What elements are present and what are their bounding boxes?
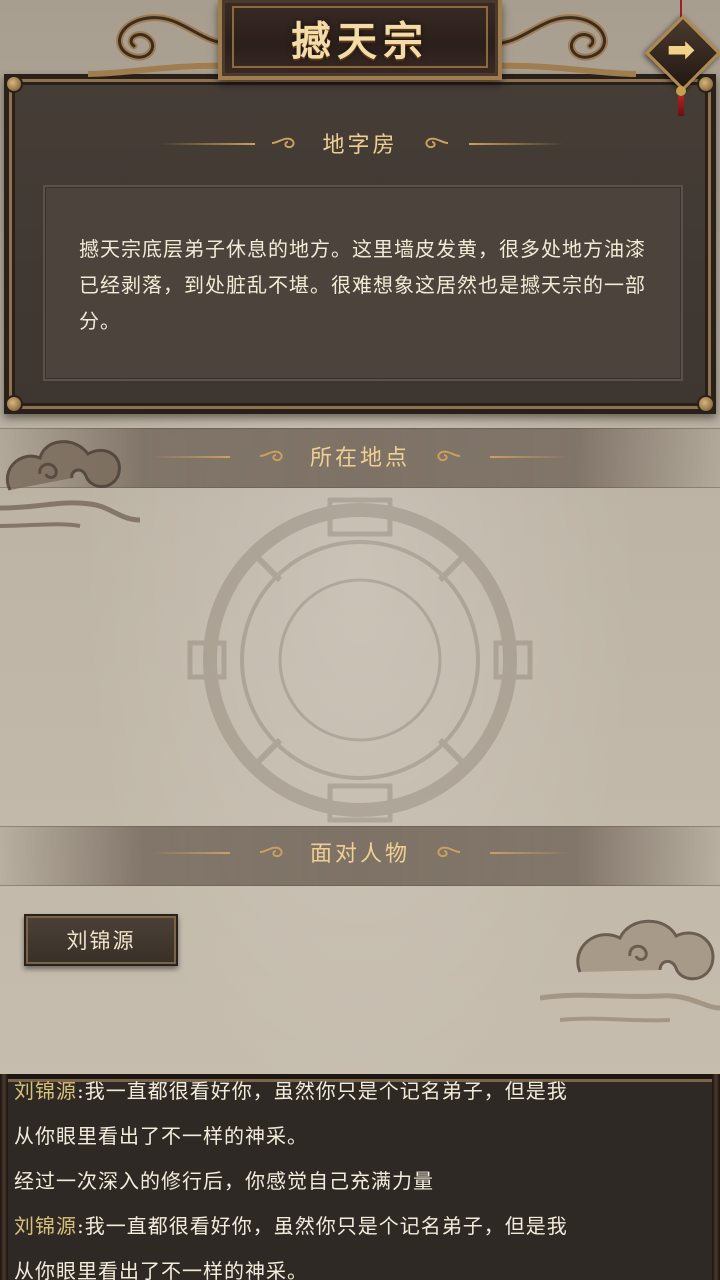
room-description-box: 撼天宗底层弟子休息的地方。这里墙皮发黄，很多处地方油漆已经剥落，到处脏乱不堪。很…	[43, 185, 683, 381]
corner-stud	[5, 75, 23, 93]
characters-heading-label: 面对人物	[309, 842, 410, 867]
cloud-ornament	[540, 919, 720, 1023]
bagua-emblem-watermark	[187, 497, 533, 823]
swirl-ornament-icon	[272, 137, 296, 149]
message-log-content: 刘锦源:我一直都很看好你，虽然你只是个记名弟子，但是我 从你眼里看出了不一样的神…	[14, 1079, 706, 1280]
log-line: 从你眼里看出了不一样的神采。	[14, 1114, 706, 1159]
log-speaker: 刘锦源	[14, 1214, 77, 1238]
title-plaque: 撼天宗	[218, 0, 502, 80]
right-arrow-icon: ➡	[666, 30, 696, 70]
characters-heading: 面对人物	[0, 822, 720, 882]
log-text: 从你眼里看出了不一样的神采。	[14, 1124, 308, 1148]
log-text: :我一直都很看好你，虽然你只是个记名弟子，但是我	[77, 1214, 568, 1238]
corner-stud	[5, 395, 23, 413]
page-title: 撼天宗	[291, 18, 429, 65]
log-line: 刘锦源:我一直都很看好你，虽然你只是个记名弟子，但是我	[14, 1204, 706, 1249]
title-scroll-ornament-right	[487, 14, 636, 77]
swirl-ornament-icon	[424, 137, 448, 149]
character-button[interactable]: 刘锦源	[24, 914, 178, 966]
tassel-ornament	[676, 86, 686, 116]
title-scroll-ornament-left	[88, 14, 237, 77]
corner-stud	[697, 395, 715, 413]
log-speaker: 刘锦源	[14, 1079, 77, 1103]
location-heading-label: 所在地点	[309, 446, 410, 471]
message-log[interactable]: 刘锦源:我一直都很看好你，虽然你只是个记名弟子，但是我 从你眼里看出了不一样的神…	[0, 1074, 720, 1280]
log-frame-edge	[0, 1074, 8, 1280]
log-line: 经过一次深入的修行后，你感觉自己充满力量	[14, 1159, 706, 1204]
swirl-ornament-icon	[437, 846, 461, 858]
next-button[interactable]: ➡	[644, 14, 720, 92]
game-screen: 撼天宗 ➡ 地字房 撼天宗底层弟子休息的地方。这里墙皮发黄，很多处地方油漆已经剥…	[0, 0, 720, 1280]
swirl-ornament-icon	[259, 450, 283, 462]
log-line: 从你眼里看出了不一样的神采。	[14, 1249, 706, 1280]
log-text: 经过一次深入的修行后，你感觉自己充满力量	[14, 1169, 434, 1193]
room-description: 撼天宗底层弟子休息的地方。这里墙皮发黄，很多处地方油漆已经剥落，到处脏乱不堪。很…	[79, 237, 646, 333]
log-frame-edge	[712, 1074, 720, 1280]
log-text: :我一直都很看好你，虽然你只是个记名弟子，但是我	[77, 1079, 568, 1103]
location-heading: 所在地点	[0, 426, 720, 486]
swirl-ornament-icon	[259, 846, 283, 858]
room-name: 地字房	[322, 133, 398, 158]
room-heading: 地字房	[9, 113, 711, 173]
log-line: 刘锦源:我一直都很看好你，虽然你只是个记名弟子，但是我	[14, 1079, 706, 1114]
swirl-ornament-icon	[437, 450, 461, 462]
room-info-panel: 地字房 撼天宗底层弟子休息的地方。这里墙皮发黄，很多处地方油漆已经剥落，到处脏乱…	[4, 74, 716, 414]
log-text: 从你眼里看出了不一样的神采。	[14, 1259, 308, 1280]
